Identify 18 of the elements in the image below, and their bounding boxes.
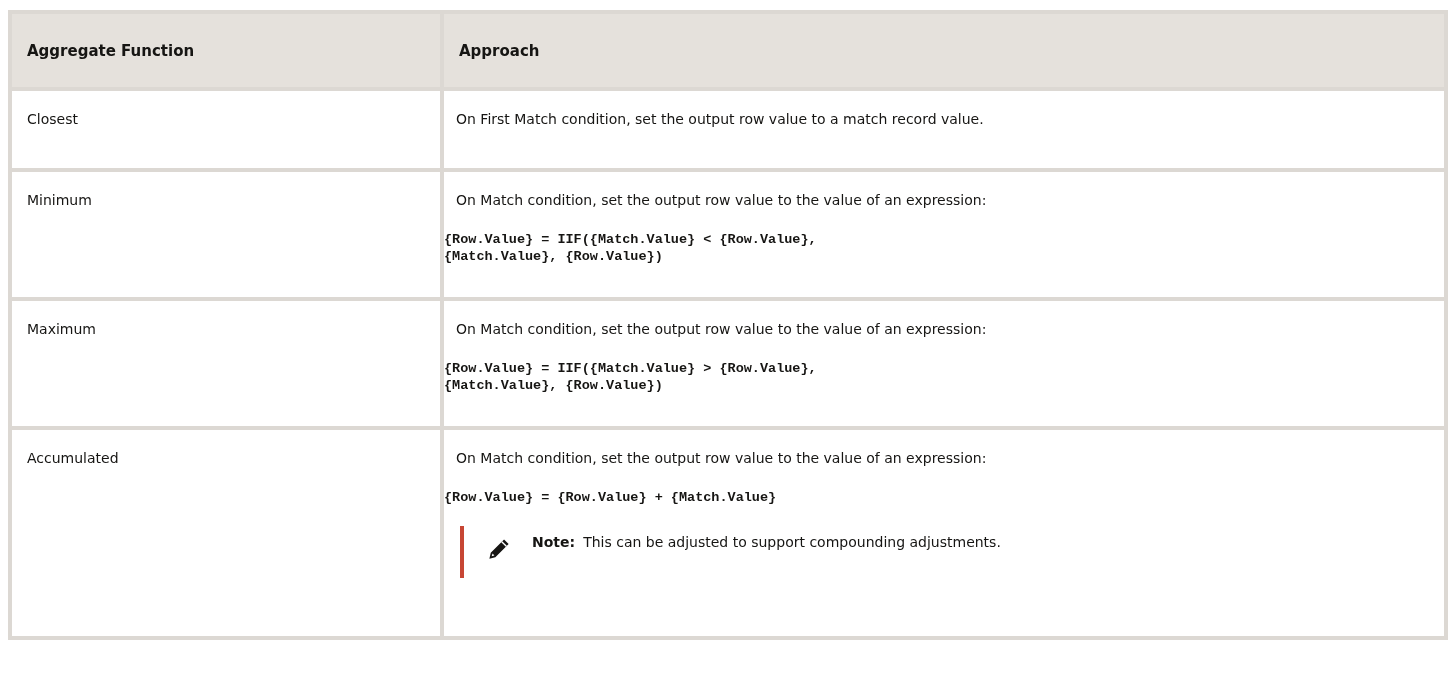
code-line: {Match.Value}, {Row.Value}) [444,376,664,394]
table-cell: Minimum [10,169,442,299]
table-cell: Closest [10,88,442,170]
approach-text: On Match condition, set the output row value to the value of an expression: [455,190,988,210]
approach-text: On Match condition, set the output row value to the value of an expression: [455,448,988,468]
code-line: {Row.Value} = {Row.Value} + {Match.Value} [444,488,778,506]
table-cell: Accumulated [10,427,442,638]
table-cell: Maximum [10,298,442,428]
code-line: {Row.Value} = IIF({Match.Value} < {Row.Value}, [444,230,818,248]
pencil-icon [488,537,510,560]
approach-text: On First Match condition, set the output row value to a match record value. [455,109,985,129]
code-line: {Row.Value} = IIF({Match.Value} > {Row.Value}, [444,359,818,377]
code-line: {Match.Value}, {Row.Value}) [444,247,664,265]
approach-text: On Match condition, set the output row value to the value of an expression: [455,319,988,339]
note-label: Note: [532,533,576,550]
column-header: Approach [442,12,1446,89]
note-text: This can be adjusted to support compounding adjustments. [583,533,1001,550]
column-header: Aggregate Function [10,12,442,89]
